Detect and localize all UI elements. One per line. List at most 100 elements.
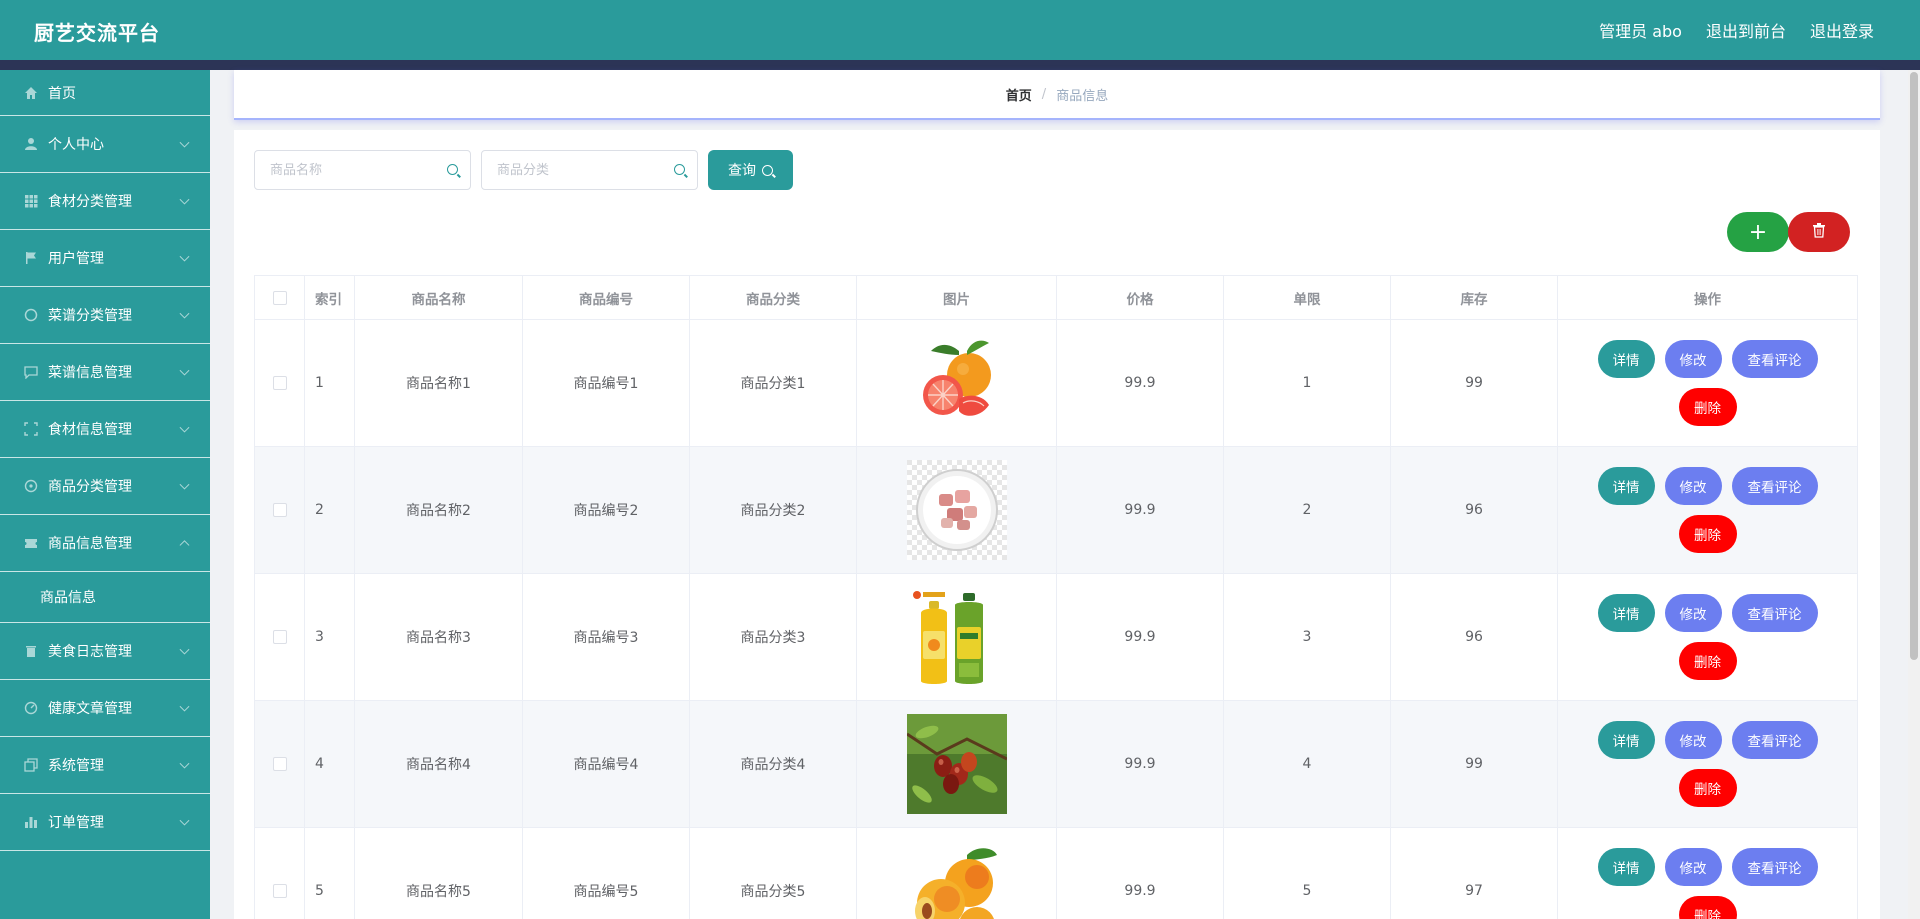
cell-limit: 2 xyxy=(1223,446,1391,574)
delete-button[interactable]: 删除 xyxy=(1678,515,1737,553)
trash-icon xyxy=(1812,222,1826,242)
breadcrumb-home[interactable]: 首页 xyxy=(1006,85,1032,104)
flag-icon xyxy=(24,251,38,265)
header-divider xyxy=(0,60,1920,70)
edit-button[interactable]: 修改 xyxy=(1664,340,1722,378)
row-actions: 详情 修改 查看评论 删除 xyxy=(1588,721,1828,807)
detail-button[interactable]: 详情 xyxy=(1597,467,1655,505)
chevron-down-icon xyxy=(179,251,190,262)
sidebar-item-label: 首页 xyxy=(48,85,76,102)
main-panel: 查询 + 索引 商品名称 商品编号 商品分类 图片 价格 单限 xyxy=(234,130,1880,919)
delete-button[interactable]: 删除 xyxy=(1678,769,1737,807)
cell-code: 商品编号3 xyxy=(522,573,690,701)
chevron-down-icon xyxy=(179,644,190,655)
row-actions: 详情 修改 查看评论 删除 xyxy=(1588,848,1828,919)
chevron-down-icon xyxy=(179,137,190,148)
product-image-oil-bottles xyxy=(906,587,1007,687)
sidebar-item-recipe-category[interactable]: 菜谱分类管理 xyxy=(0,287,210,344)
chevron-down-icon xyxy=(179,308,190,319)
user-icon xyxy=(24,137,38,151)
view-reviews-button[interactable]: 查看评论 xyxy=(1731,340,1818,378)
view-reviews-button[interactable]: 查看评论 xyxy=(1731,721,1818,759)
delete-button[interactable]: 删除 xyxy=(1678,642,1737,680)
search-bar: 查询 xyxy=(254,150,793,190)
page-scrollbar[interactable] xyxy=(1908,70,1920,919)
column-header-limit: 单限 xyxy=(1223,275,1391,320)
sidebar-item-home[interactable]: 首页 xyxy=(0,70,210,116)
product-image-grapefruit xyxy=(906,333,1007,433)
logout-link[interactable]: 退出登录 xyxy=(1810,18,1874,42)
sidebar-subitem-product-info[interactable]: 商品信息 xyxy=(0,572,210,623)
sidebar-item-health-articles[interactable]: 健康文章管理 xyxy=(0,680,210,737)
column-header-index: 索引 xyxy=(304,275,355,320)
sidebar: 首页 个人中心 食材分类管理 用户管理 菜谱分类管理 菜谱信息管理 食材信息管理… xyxy=(0,70,210,919)
exit-to-frontend-link[interactable]: 退出到前台 xyxy=(1706,18,1786,42)
edit-button[interactable]: 修改 xyxy=(1664,594,1722,632)
sidebar-item-orders[interactable]: 订单管理 xyxy=(0,794,210,851)
sidebar-item-user-management[interactable]: 用户管理 xyxy=(0,230,210,287)
row-checkbox[interactable] xyxy=(272,376,287,390)
detail-button[interactable]: 详情 xyxy=(1597,848,1655,886)
sidebar-item-label: 个人中心 xyxy=(48,137,104,153)
chevron-down-icon xyxy=(179,758,190,769)
scrollbar-thumb[interactable] xyxy=(1910,72,1918,660)
sidebar-item-label: 商品分类管理 xyxy=(48,479,132,495)
view-reviews-button[interactable]: 查看评论 xyxy=(1731,594,1818,632)
cell-index: 1 xyxy=(304,319,355,447)
row-checkbox[interactable] xyxy=(272,630,287,644)
sidebar-item-ingredient-category[interactable]: 食材分类管理 xyxy=(0,173,210,230)
sidebar-item-product-info[interactable]: 商品信息管理 xyxy=(0,515,210,572)
cell-limit: 1 xyxy=(1223,319,1391,447)
add-button[interactable]: + xyxy=(1727,212,1789,252)
sidebar-item-food-log[interactable]: 美食日志管理 xyxy=(0,623,210,680)
bulk-delete-button[interactable] xyxy=(1788,212,1850,252)
edit-button[interactable]: 修改 xyxy=(1664,467,1722,505)
product-name-input[interactable] xyxy=(255,151,470,189)
detail-button[interactable]: 详情 xyxy=(1597,340,1655,378)
view-reviews-button[interactable]: 查看评论 xyxy=(1731,848,1818,886)
row-checkbox[interactable] xyxy=(272,503,287,517)
cell-image xyxy=(856,573,1057,701)
cell-category: 商品分类5 xyxy=(689,827,857,919)
top-header: 厨艺交流平台 管理员 abo 退出到前台 退出登录 xyxy=(0,0,1920,60)
view-reviews-button[interactable]: 查看评论 xyxy=(1731,467,1818,505)
sidebar-item-system[interactable]: 系统管理 xyxy=(0,737,210,794)
admin-user-label: 管理员 abo xyxy=(1599,22,1682,41)
detail-button[interactable]: 详情 xyxy=(1597,594,1655,632)
sidebar-item-label: 食材分类管理 xyxy=(48,194,132,210)
cell-name: 商品名称2 xyxy=(354,446,523,574)
select-all-checkbox[interactable] xyxy=(272,290,287,305)
table-row: 4 商品名称4 商品编号4 商品分类4 99.9 4 99 详情 修改 查看评论… xyxy=(254,700,1858,828)
edit-button[interactable]: 修改 xyxy=(1664,721,1722,759)
cell-name: 商品名称4 xyxy=(354,700,523,828)
query-button[interactable]: 查询 xyxy=(708,150,793,190)
delete-button[interactable]: 删除 xyxy=(1678,388,1737,426)
sidebar-item-product-category[interactable]: 商品分类管理 xyxy=(0,458,210,515)
cell-code: 商品编号5 xyxy=(522,827,690,919)
select-all-cell xyxy=(254,275,305,320)
table-row: 5 商品名称5 商品编号5 商品分类5 99.9 5 97 详情 修改 查看评论… xyxy=(254,827,1858,919)
dashboard-icon xyxy=(24,701,38,715)
sidebar-item-personal-center[interactable]: 个人中心 xyxy=(0,116,210,173)
sidebar-item-recipe-info[interactable]: 菜谱信息管理 xyxy=(0,344,210,401)
row-checkbox[interactable] xyxy=(272,884,287,898)
plus-icon: + xyxy=(1748,219,1768,245)
cell-name: 商品名称5 xyxy=(354,827,523,919)
product-category-input[interactable] xyxy=(482,151,697,189)
search-icon xyxy=(674,164,685,175)
copy-icon xyxy=(24,758,38,772)
chat-icon xyxy=(24,365,38,379)
cell-price: 99.9 xyxy=(1056,446,1224,574)
cell-image xyxy=(856,827,1057,919)
detail-button[interactable]: 详情 xyxy=(1597,721,1655,759)
cell-index: 4 xyxy=(304,700,355,828)
home-icon xyxy=(24,86,38,100)
delete-button[interactable]: 删除 xyxy=(1678,896,1737,919)
edit-button[interactable]: 修改 xyxy=(1664,848,1722,886)
column-header-name: 商品名称 xyxy=(354,275,523,320)
sidebar-item-ingredient-info[interactable]: 食材信息管理 xyxy=(0,401,210,458)
table-header-row: 索引 商品名称 商品编号 商品分类 图片 价格 单限 库存 操作 xyxy=(254,275,1858,320)
row-select-cell xyxy=(254,573,305,701)
row-checkbox[interactable] xyxy=(272,757,287,771)
cell-actions: 详情 修改 查看评论 删除 xyxy=(1557,319,1858,447)
